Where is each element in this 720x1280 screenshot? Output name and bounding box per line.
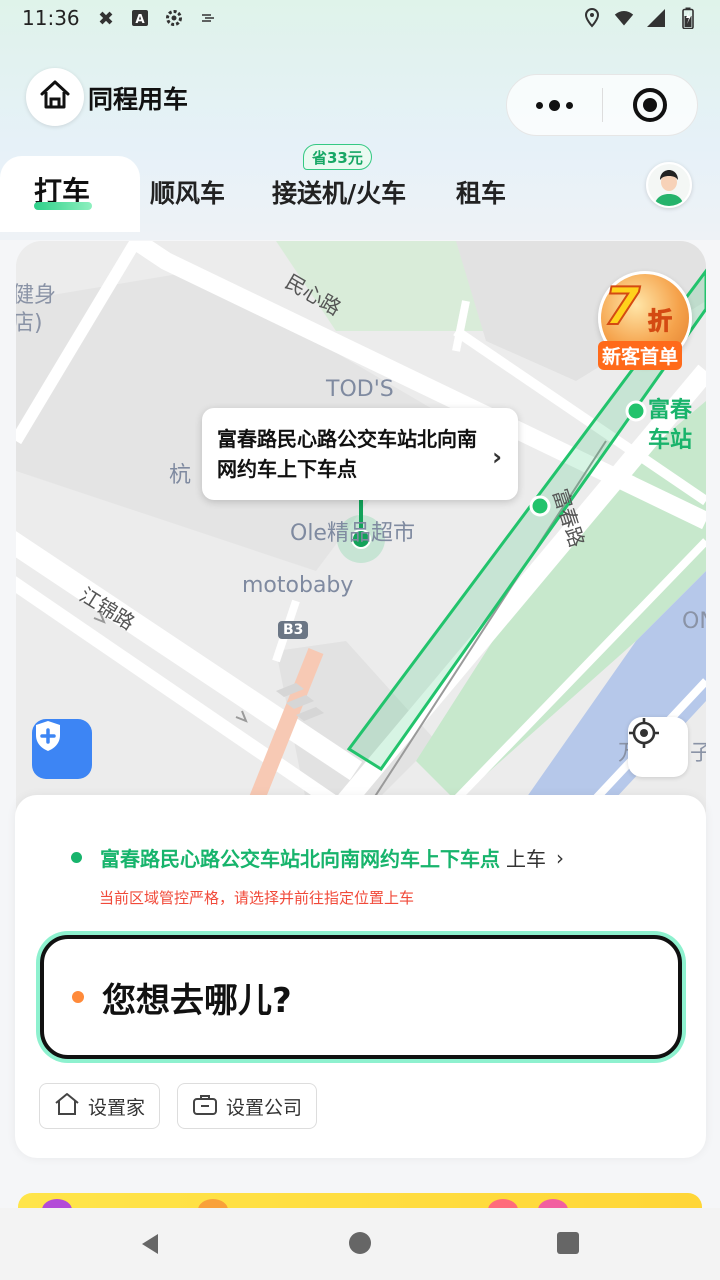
map-label-tods: TOD'S	[326, 377, 394, 402]
home-icon	[54, 1092, 80, 1121]
map-label: 杭	[169, 463, 192, 488]
destination-placeholder: 您想去哪儿?	[102, 980, 292, 1021]
pickup-suffix: 上车	[506, 847, 546, 871]
locate-me-button[interactable]	[628, 717, 688, 777]
back-icon[interactable]	[138, 1232, 162, 1260]
a-icon: A	[130, 8, 150, 28]
station-label: 车站	[648, 428, 693, 453]
set-home-button[interactable]: 设置家	[39, 1083, 161, 1129]
signal-icon	[646, 8, 666, 28]
app-header: 同程用车	[0, 66, 720, 136]
recent-apps-icon[interactable]	[557, 1232, 579, 1254]
promo-badge: 省33元	[303, 144, 372, 170]
battery-icon	[678, 7, 698, 29]
home-icon	[38, 78, 72, 116]
booking-card: 富春路民心路公交车站北向南网约车上下车点 上车 › 当前区域管控严格，请选择并前…	[15, 795, 706, 1158]
pickup-name: 富春路民心路公交车站北向南网约车上下车点	[100, 847, 500, 871]
map-label: ON	[682, 609, 706, 634]
settings-icon	[164, 8, 184, 28]
cast-icon	[198, 8, 218, 28]
destination-input[interactable]: 您想去哪儿?	[40, 935, 682, 1059]
home-nav-icon[interactable]	[349, 1232, 371, 1254]
mini-program-capsule	[506, 74, 698, 136]
discount-value: 7	[603, 276, 641, 338]
chevron-right-icon: ›	[492, 443, 502, 471]
tab-rental[interactable]: 租车	[456, 174, 506, 210]
target-close-icon	[633, 88, 667, 122]
close-button[interactable]	[603, 88, 697, 122]
pickup-dot	[71, 852, 82, 863]
more-button[interactable]	[507, 99, 602, 111]
station-label: 富春	[648, 398, 693, 423]
tab-carpool[interactable]: 顺风车	[150, 174, 225, 210]
map-view[interactable]: 健身 店) 民心路 TOD'S 杭 Ole精品超市 motobaby 江锦路 B…	[16, 241, 706, 841]
map-label-ole: Ole精品超市	[290, 521, 415, 546]
user-avatar[interactable]	[646, 162, 692, 208]
map-label-b3: B3	[278, 621, 309, 639]
discount-subtitle: 新客首单	[598, 341, 683, 370]
pickup-location-row[interactable]: 富春路民心路公交车站北向南网约车上下车点 上车 ›	[71, 843, 564, 872]
destination-dot	[72, 991, 84, 1003]
pickup-bubble-text: 富春路民心路公交车站北向南网约车上下车点	[217, 427, 477, 481]
set-company-label: 设置公司	[226, 1096, 303, 1119]
active-tab-underline	[34, 202, 92, 210]
tab-airport-train[interactable]: 接送机/火车	[272, 174, 406, 210]
data-saver-icon	[96, 8, 116, 28]
map-label: 店)	[16, 311, 43, 336]
map-label-motobaby: motobaby	[242, 573, 354, 598]
status-time: 11:36	[22, 6, 80, 30]
map-label: 子	[690, 741, 706, 766]
chevron-right-icon: ›	[556, 845, 564, 870]
wifi-icon	[614, 8, 634, 28]
svg-text:A: A	[135, 12, 145, 26]
pickup-warning: 当前区域管控严格，请选择并前往指定位置上车	[99, 889, 415, 907]
briefcase-icon	[192, 1092, 218, 1121]
location-icon	[582, 8, 602, 28]
new-user-discount-badge[interactable]: 7 折 新客首单	[596, 271, 696, 375]
set-company-button[interactable]: 设置公司	[177, 1083, 318, 1129]
home-button[interactable]	[26, 68, 84, 126]
safety-center-button[interactable]	[32, 719, 92, 779]
set-home-label: 设置家	[88, 1096, 146, 1119]
service-tabs: 打车 顺风车 接送机/火车 省33元 租车	[0, 144, 720, 232]
system-navigation-bar	[0, 1208, 720, 1280]
pickup-point-bubble[interactable]: 富春路民心路公交车站北向南网约车上下车点 ›	[202, 408, 518, 500]
status-bar: 11:36 A	[0, 0, 720, 36]
discount-unit: 折	[648, 307, 673, 336]
app-title: 同程用车	[88, 85, 189, 114]
